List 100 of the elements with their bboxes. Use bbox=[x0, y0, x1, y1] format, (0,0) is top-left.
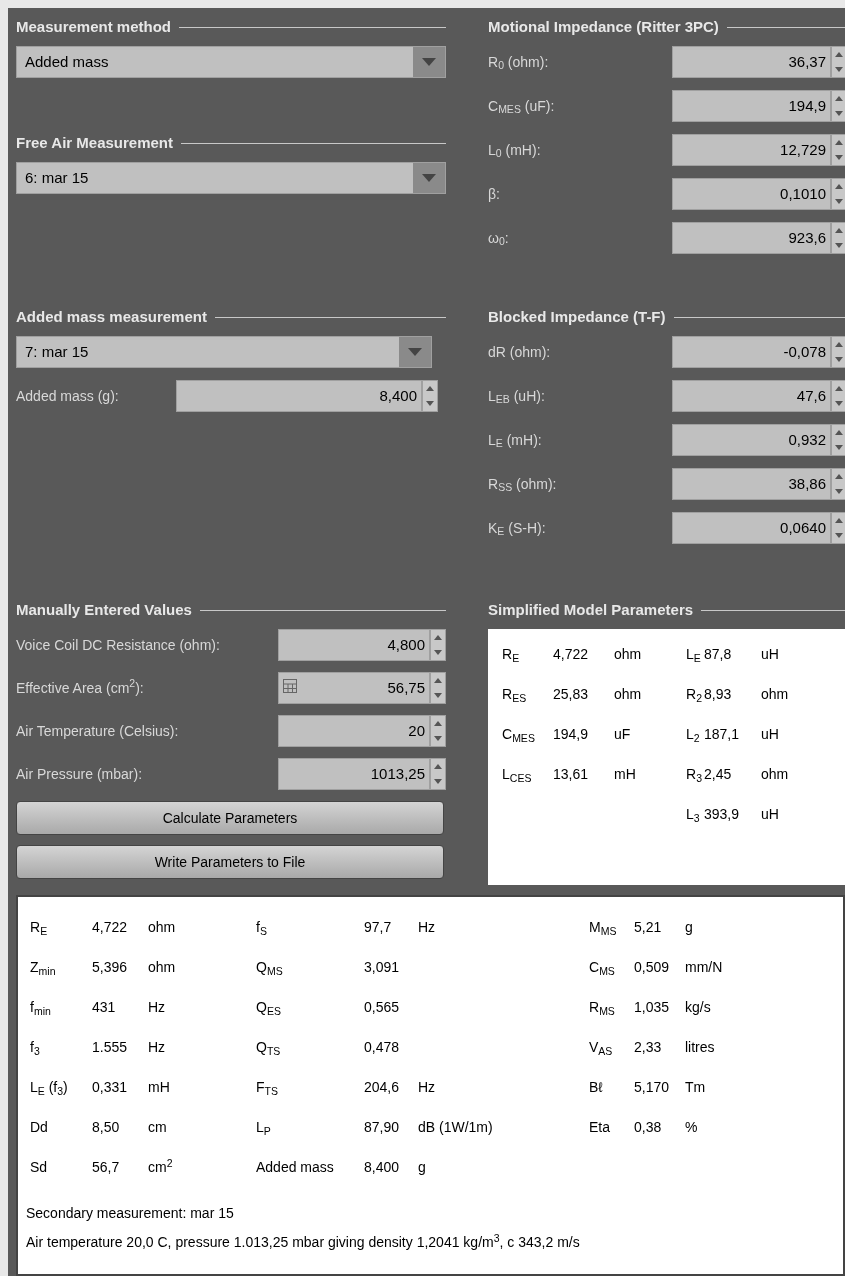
parameter-unit: cm$^{2}$ bbox=[148, 1157, 173, 1177]
number-field[interactable]: 47,6 bbox=[672, 380, 831, 412]
field-label: β: bbox=[488, 184, 501, 204]
dropdown[interactable]: 7: mar 15 bbox=[16, 336, 432, 368]
parameter-symbol: M$_{MS}$ bbox=[589, 918, 618, 938]
spinner-arrows[interactable] bbox=[831, 134, 845, 166]
parameter-symbol: Q$_{TS}$ bbox=[256, 1038, 282, 1058]
parameter-value: 97,7 bbox=[364, 918, 393, 937]
spinner-arrows[interactable] bbox=[831, 468, 845, 500]
spinner-arrows[interactable] bbox=[831, 336, 845, 368]
parameter-unit: uH bbox=[761, 805, 779, 824]
parameter-symbol: Added mass bbox=[256, 1158, 335, 1177]
section-title: Measurement method bbox=[16, 16, 172, 37]
spinner-arrows[interactable] bbox=[831, 512, 845, 544]
field-label: K$_{E}$ (S-H): bbox=[488, 518, 547, 539]
action-button[interactable]: Write Parameters to File bbox=[16, 845, 444, 879]
action-button[interactable]: Calculate Parameters bbox=[16, 801, 444, 835]
parameter-symbol: L$_{E}$ (f$_{3}$) bbox=[30, 1078, 69, 1098]
field-label: Added mass (g): bbox=[16, 386, 120, 406]
spinner-arrows[interactable] bbox=[831, 178, 845, 210]
number-field[interactable]: 20 bbox=[278, 715, 430, 747]
parameter-value: 2,45 bbox=[704, 765, 733, 784]
parameter-unit: mm/N bbox=[685, 958, 723, 977]
parameter-value: 8,400 bbox=[364, 1158, 401, 1177]
number-field[interactable]: 56,75 bbox=[278, 672, 430, 704]
parameter-symbol: L$_{P}$ bbox=[256, 1118, 272, 1138]
dropdown[interactable]: 6: mar 15 bbox=[16, 162, 446, 194]
spinner-arrows[interactable] bbox=[430, 715, 446, 747]
parameter-symbol: Sd bbox=[30, 1158, 49, 1177]
field-label: dR (ohm): bbox=[488, 342, 552, 362]
parameter-unit: mH bbox=[148, 1078, 170, 1097]
field-label: Effective Area (cm$^{2}$): bbox=[16, 677, 145, 698]
parameter-unit: Hz bbox=[148, 1038, 166, 1057]
number-field[interactable]: 12,729 bbox=[672, 134, 831, 166]
result-note: Secondary measurement: mar 15 bbox=[26, 1204, 235, 1223]
field-label: L$_{EB}$ (uH): bbox=[488, 386, 546, 407]
dropdown[interactable]: Added mass bbox=[16, 46, 446, 78]
spinner-arrows[interactable] bbox=[430, 672, 446, 704]
spinner-arrows[interactable] bbox=[430, 629, 446, 661]
parameter-value: 56,7 bbox=[92, 1158, 121, 1177]
number-field[interactable]: 4,800 bbox=[278, 629, 430, 661]
section-title: Motional Impedance (Ritter 3PC) bbox=[488, 16, 719, 37]
number-field[interactable]: 0,1010 bbox=[672, 178, 831, 210]
parameter-symbol: V$_{AS}$ bbox=[589, 1038, 614, 1058]
parameter-unit: ohm bbox=[148, 918, 176, 937]
parameter-value: 4,722 bbox=[92, 918, 129, 937]
parameter-unit: ohm bbox=[148, 958, 176, 977]
parameter-unit: ohm bbox=[761, 765, 789, 784]
number-field[interactable]: 923,6 bbox=[672, 222, 831, 254]
number-field[interactable]: 0,0640 bbox=[672, 512, 831, 544]
number-field[interactable]: -0,078 bbox=[672, 336, 831, 368]
parameter-symbol: R$_{MS}$ bbox=[589, 998, 616, 1018]
parameter-symbol: f$_{S}$ bbox=[256, 918, 268, 938]
result-note: Air temperature 20,0 C, pressure 1.013,25 mbar giving density 1,2041 kg/m$^{3}$, c 343,2 m/s bbox=[26, 1232, 581, 1252]
parameter-unit: ohm bbox=[614, 685, 642, 704]
spinner-arrows[interactable] bbox=[831, 46, 845, 78]
parameter-symbol: C$_{MES}$ bbox=[502, 725, 536, 745]
parameter-value: 13,61 bbox=[553, 765, 590, 784]
number-field[interactable]: 0,932 bbox=[672, 424, 831, 456]
parameter-unit: % bbox=[685, 1118, 698, 1137]
field-label: Voice Coil DC Resistance (ohm): bbox=[16, 635, 221, 655]
parameter-value: 2,33 bbox=[634, 1038, 663, 1057]
parameter-value: 1,035 bbox=[634, 998, 671, 1017]
number-field[interactable]: 36,37 bbox=[672, 46, 831, 78]
parameter-symbol: Eta bbox=[589, 1118, 611, 1137]
parameter-symbol: Q$_{MS}$ bbox=[256, 958, 284, 978]
parameter-symbol: R$_{E}$ bbox=[502, 645, 521, 665]
parameter-unit: Hz bbox=[418, 918, 436, 937]
parameter-value: 0,565 bbox=[364, 998, 401, 1017]
parameter-symbol: L$_{2}$ bbox=[686, 725, 701, 745]
parameter-value: 87,8 bbox=[704, 645, 733, 664]
spinner-arrows[interactable] bbox=[422, 380, 438, 412]
field-label: ω$_{0}$: bbox=[488, 228, 510, 249]
parameter-value: 0,509 bbox=[634, 958, 671, 977]
parameter-value: 393,9 bbox=[704, 805, 741, 824]
parameter-value: 194,9 bbox=[553, 725, 590, 744]
number-field[interactable]: 194,9 bbox=[672, 90, 831, 122]
number-field[interactable]: 38,86 bbox=[672, 468, 831, 500]
parameter-value: 8,93 bbox=[704, 685, 733, 704]
number-field[interactable]: 1013,25 bbox=[278, 758, 430, 790]
parameter-symbol: f$_{min}$ bbox=[30, 998, 52, 1018]
spinner-arrows[interactable] bbox=[831, 380, 845, 412]
number-field[interactable]: 8,400 bbox=[176, 380, 422, 412]
parameter-value: 187,1 bbox=[704, 725, 741, 744]
parameter-symbol: Dd bbox=[30, 1118, 49, 1137]
spinner-arrows[interactable] bbox=[430, 758, 446, 790]
spinner-arrows[interactable] bbox=[831, 90, 845, 122]
spinner-arrows[interactable] bbox=[831, 424, 845, 456]
spinner-arrows[interactable] bbox=[831, 222, 845, 254]
parameter-unit: uH bbox=[761, 645, 779, 664]
field-label: R$_{SS}$ (ohm): bbox=[488, 474, 558, 495]
parameter-symbol: Q$_{ES}$ bbox=[256, 998, 282, 1018]
parameter-unit: uH bbox=[761, 725, 779, 744]
parameter-symbol: L$_{E}$ bbox=[686, 645, 702, 665]
field-label: Air Pressure (mbar): bbox=[16, 764, 144, 784]
parameter-unit: Tm bbox=[685, 1078, 706, 1097]
parameter-symbol: R$_{ES}$ bbox=[502, 685, 528, 705]
parameter-symbol: R$_{3}$ bbox=[686, 765, 703, 785]
calculator-icon[interactable] bbox=[283, 679, 297, 693]
parameter-value: 0,478 bbox=[364, 1038, 401, 1057]
